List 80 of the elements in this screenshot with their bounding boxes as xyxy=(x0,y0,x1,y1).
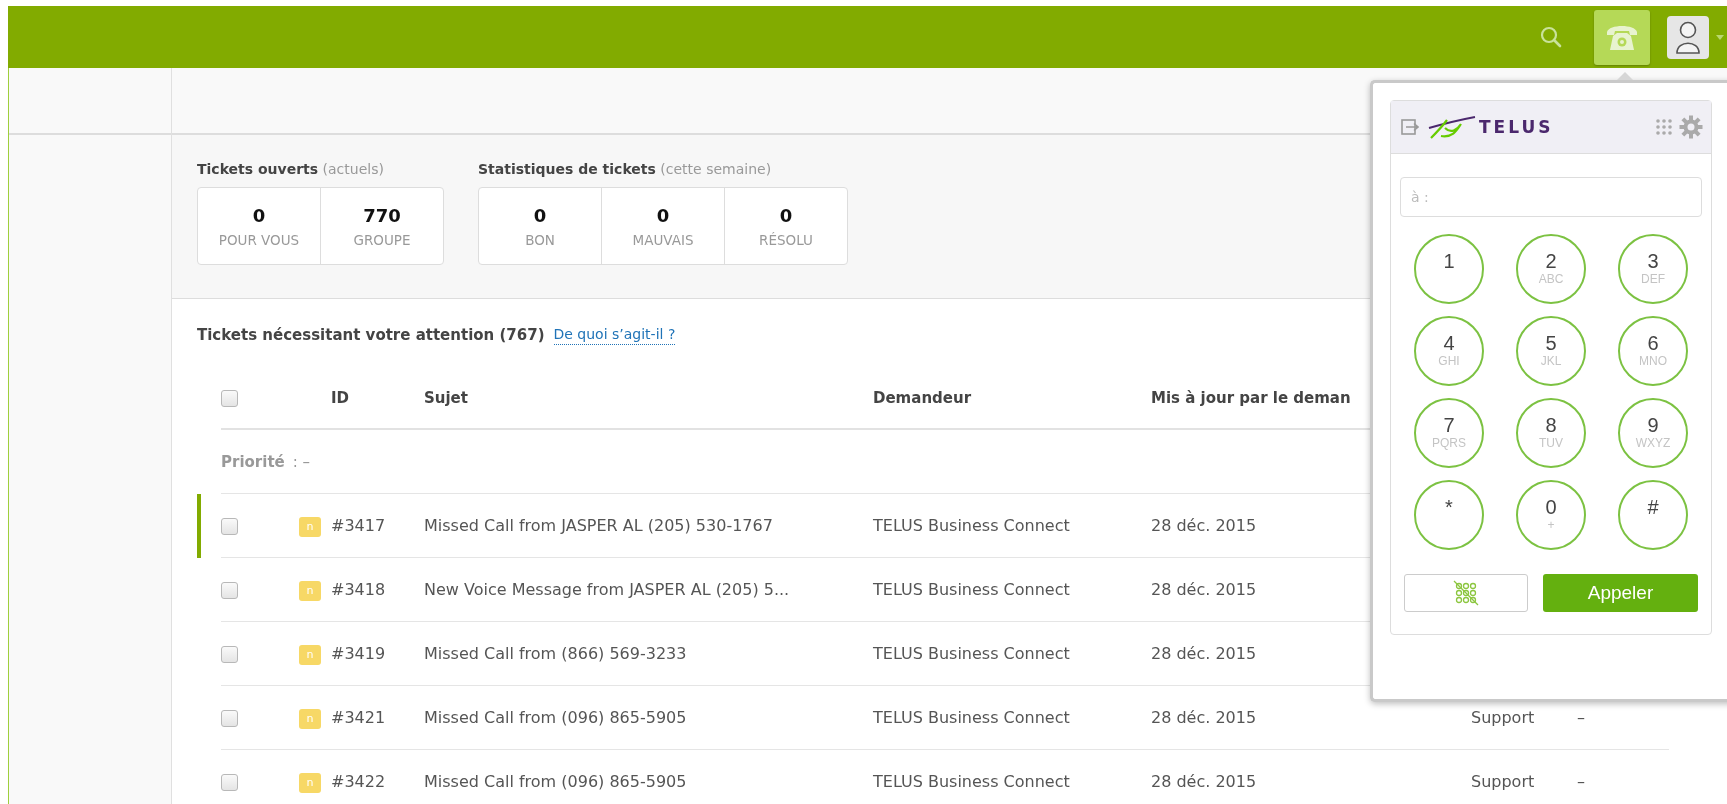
column-header[interactable]: Demandeur xyxy=(873,389,1151,407)
search-icon xyxy=(1540,26,1562,48)
requester-name: TELUS Business Connect xyxy=(873,644,1071,663)
column-header[interactable]: Sujet xyxy=(424,389,873,407)
assignee-value: – xyxy=(1577,772,1586,791)
column-header[interactable]: Mis à jour par le deman xyxy=(1151,389,1351,407)
stat-label: RÉSOLU xyxy=(759,231,813,248)
requester-name: TELUS Business Connect xyxy=(873,708,1071,727)
stats-heading: Tickets ouverts (actuels) xyxy=(197,161,385,177)
assignee-value: – xyxy=(1577,708,1586,727)
requester-name: TELUS Business Connect xyxy=(873,516,1071,535)
swoosh-icon xyxy=(1427,114,1477,140)
phone-button[interactable] xyxy=(1594,9,1650,65)
stat-value: 0 xyxy=(252,204,266,226)
updated-date: 28 déc. 2015 xyxy=(1151,516,1258,535)
checkbox[interactable] xyxy=(221,582,238,599)
checkbox[interactable] xyxy=(221,518,238,535)
group-name: Support xyxy=(1471,772,1536,791)
table-row[interactable]: n #3422 Missed Call from (096) 865-5905 TELUS Business Connect 28 déc. 2015 Support – xyxy=(221,750,1669,804)
stat-label: MAUVAIS xyxy=(632,231,694,248)
checkbox[interactable] xyxy=(221,774,238,791)
updated-date: 28 déc. 2015 xyxy=(1151,644,1258,663)
number-field[interactable]: à : xyxy=(1400,177,1702,217)
stat-value: 770 xyxy=(363,204,401,226)
stat-label: POUR VOUS xyxy=(218,231,300,248)
ticket-id: #3422 xyxy=(331,772,387,791)
keypad-icon xyxy=(1655,118,1673,136)
help-link[interactable]: De quoi s’agit-il ? xyxy=(553,325,676,345)
priority-badge: n xyxy=(299,580,321,601)
exit-icon xyxy=(1401,119,1419,135)
ticket-subject[interactable]: Missed Call from (866) 569-3233 xyxy=(424,644,873,663)
requester-name: TELUS Business Connect xyxy=(873,772,1071,791)
checkbox[interactable] xyxy=(221,710,238,727)
ticket-id: #3419 xyxy=(331,644,387,663)
ticket-id: #3421 xyxy=(331,708,387,727)
group-name: Support xyxy=(1471,708,1536,727)
checkbox[interactable] xyxy=(221,390,238,407)
keypad-key[interactable]: 1 xyxy=(1414,234,1484,304)
keypad-key[interactable]: 8 TUV xyxy=(1516,398,1586,468)
keypad-key[interactable]: * xyxy=(1414,480,1484,550)
priority-badge: n xyxy=(299,772,321,793)
ticket-id: #3417 xyxy=(331,516,387,535)
requester-name: TELUS Business Connect xyxy=(873,580,1071,599)
keypad-key[interactable]: 4 GHI xyxy=(1414,316,1484,386)
checkbox[interactable] xyxy=(221,646,238,663)
group-value: : – xyxy=(292,452,311,471)
priority-badge: n xyxy=(299,708,321,729)
keypad-key[interactable]: 7 PQRS xyxy=(1414,398,1484,468)
stat-label: GROUPE xyxy=(353,231,411,248)
stat-label: BON xyxy=(525,231,555,248)
priority-badge: n xyxy=(299,516,321,537)
hide-keypad-button[interactable] xyxy=(1404,574,1528,612)
priority-badge: n xyxy=(299,644,321,665)
ticket-subject[interactable]: New Voice Message from JASPER AL (205) 5... xyxy=(424,580,873,599)
brand-logo-text: TELUS xyxy=(1479,117,1554,137)
ticket-subject[interactable]: Missed Call from (096) 865-5905 xyxy=(424,708,873,727)
section-title: Tickets nécessitant votre attention (767) xyxy=(197,326,545,344)
keypad-key[interactable]: 5 JKL xyxy=(1516,316,1586,386)
avatar-icon xyxy=(1675,20,1701,54)
keypad-key[interactable]: 2 ABC xyxy=(1516,234,1586,304)
updated-date: 28 déc. 2015 xyxy=(1151,580,1258,599)
keypad-key[interactable]: 6 MNO xyxy=(1618,316,1688,386)
group-label: Priorité xyxy=(221,452,285,471)
stats-heading: Statistiques de tickets (cette semaine) xyxy=(478,161,773,177)
updated-date: 28 déc. 2015 xyxy=(1151,772,1258,791)
stat-value: 0 xyxy=(779,204,793,226)
stat-value: 0 xyxy=(533,204,547,226)
ticket-subject[interactable]: Missed Call from JASPER AL (205) 530-1767 xyxy=(424,516,873,535)
caret-icon xyxy=(1716,34,1724,40)
keypad-slash-icon xyxy=(1452,579,1480,607)
keypad-key[interactable]: # xyxy=(1618,480,1688,550)
keypad-key[interactable]: 9 WXYZ xyxy=(1618,398,1688,468)
ticket-id: #3418 xyxy=(331,580,387,599)
keypad-key[interactable]: 0 + xyxy=(1516,480,1586,550)
ticket-subject[interactable]: Missed Call from (096) 865-5905 xyxy=(424,772,873,791)
updated-date: 28 déc. 2015 xyxy=(1151,708,1258,727)
avatar-button[interactable] xyxy=(1667,15,1709,59)
column-header[interactable]: ID xyxy=(331,389,424,407)
keypad-key[interactable]: 3 DEF xyxy=(1618,234,1688,304)
stat-value: 0 xyxy=(656,204,670,226)
